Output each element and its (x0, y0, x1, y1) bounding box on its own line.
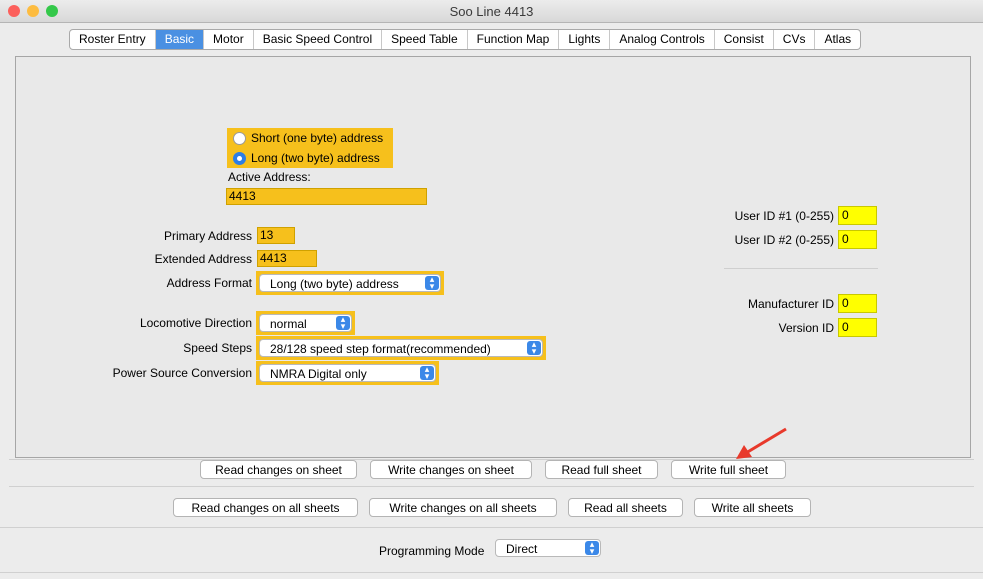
address-mode-group: Short (one byte) address Long (two byte)… (227, 128, 393, 168)
programming-mode-label: Programming Mode (379, 544, 485, 558)
tab-basic[interactable]: Basic (155, 30, 205, 49)
divider (9, 486, 974, 487)
updown-chevron-icon: ▴ ▾ (420, 365, 434, 381)
write-all-sheets-button[interactable]: Write all sheets (694, 498, 811, 517)
primary-address-label: Primary Address (163, 229, 252, 243)
active-address-field[interactable]: 4413 (226, 188, 427, 205)
divider (724, 268, 878, 269)
address-format-label: Address Format (166, 276, 252, 290)
read-all-sheets-button[interactable]: Read all sheets (568, 498, 683, 517)
locomotive-direction-wrapper: normal ▴ ▾ (256, 311, 355, 335)
tab-speed-table[interactable]: Speed Table (382, 30, 468, 49)
tab-lights[interactable]: Lights (559, 30, 611, 49)
speed-steps-wrapper: 28/128 speed step format(recommended) ▴ ▾ (256, 336, 546, 360)
divider (0, 527, 983, 528)
user-id2-field[interactable]: 0 (838, 230, 877, 249)
updown-chevron-icon: ▴ ▾ (585, 540, 599, 556)
primary-address-field[interactable]: 13 (257, 227, 295, 244)
tab-analog-controls[interactable]: Analog Controls (610, 30, 715, 49)
title-bar: Soo Line 4413 (0, 0, 983, 23)
active-address-label: Active Address: (228, 170, 311, 184)
write-full-sheet-button[interactable]: Write full sheet (671, 460, 786, 479)
speed-steps-select[interactable]: 28/128 speed step format(recommended) ▴ ▾ (259, 339, 543, 357)
version-id-field[interactable]: 0 (838, 318, 877, 337)
tab-function-map[interactable]: Function Map (468, 30, 560, 49)
power-source-wrapper: NMRA Digital only ▴ ▾ (256, 361, 439, 385)
programming-mode-select[interactable]: Direct ▴ ▾ (495, 539, 601, 557)
window-title: Soo Line 4413 (449, 4, 534, 19)
short-address-radio[interactable]: Short (one byte) address (233, 131, 383, 146)
power-source-label: Power Source Conversion (112, 366, 252, 380)
divider (0, 572, 983, 573)
updown-chevron-icon: ▴ ▾ (527, 340, 541, 356)
tab-motor[interactable]: Motor (204, 30, 254, 49)
long-address-radio[interactable]: Long (two byte) address (233, 151, 380, 166)
extended-address-label: Extended Address (154, 252, 252, 266)
power-source-select[interactable]: NMRA Digital only ▴ ▾ (259, 364, 436, 382)
read-changes-all-sheets-button[interactable]: Read changes on all sheets (173, 498, 358, 517)
write-changes-sheet-button[interactable]: Write changes on sheet (370, 460, 532, 479)
radio-icon (233, 132, 246, 146)
radio-selected-icon (233, 152, 246, 166)
write-changes-all-sheets-button[interactable]: Write changes on all sheets (369, 498, 557, 517)
tab-atlas[interactable]: Atlas (815, 30, 860, 49)
tab-consist[interactable]: Consist (715, 30, 774, 49)
address-format-wrapper: Long (two byte) address ▴ ▾ (256, 271, 444, 295)
manufacturer-id-label: Manufacturer ID (747, 297, 834, 311)
manufacturer-id-field[interactable]: 0 (838, 294, 877, 313)
extended-address-field[interactable]: 4413 (257, 250, 317, 267)
user-id1-label: User ID #1 (0-255) (734, 209, 834, 223)
user-id2-label: User ID #2 (0-255) (734, 233, 834, 247)
updown-chevron-icon: ▴ ▾ (425, 275, 439, 291)
address-format-select[interactable]: Long (two byte) address ▴ ▾ (259, 274, 441, 292)
tab-roster-entry[interactable]: Roster Entry (70, 30, 156, 49)
updown-chevron-icon: ▴ ▾ (336, 315, 350, 331)
read-changes-sheet-button[interactable]: Read changes on sheet (200, 460, 357, 479)
speed-steps-label: Speed Steps (183, 341, 252, 355)
locomotive-direction-label: Locomotive Direction (139, 316, 252, 330)
tab-basic-speed-control[interactable]: Basic Speed Control (254, 30, 383, 49)
tab-cvs[interactable]: CVs (774, 30, 816, 49)
read-full-sheet-button[interactable]: Read full sheet (545, 460, 658, 479)
locomotive-direction-select[interactable]: normal ▴ ▾ (259, 314, 352, 332)
version-id-label: Version ID (778, 321, 834, 335)
tab-bar: Roster Entry Basic Motor Basic Speed Contro… (69, 29, 862, 50)
user-id1-field[interactable]: 0 (838, 206, 877, 225)
